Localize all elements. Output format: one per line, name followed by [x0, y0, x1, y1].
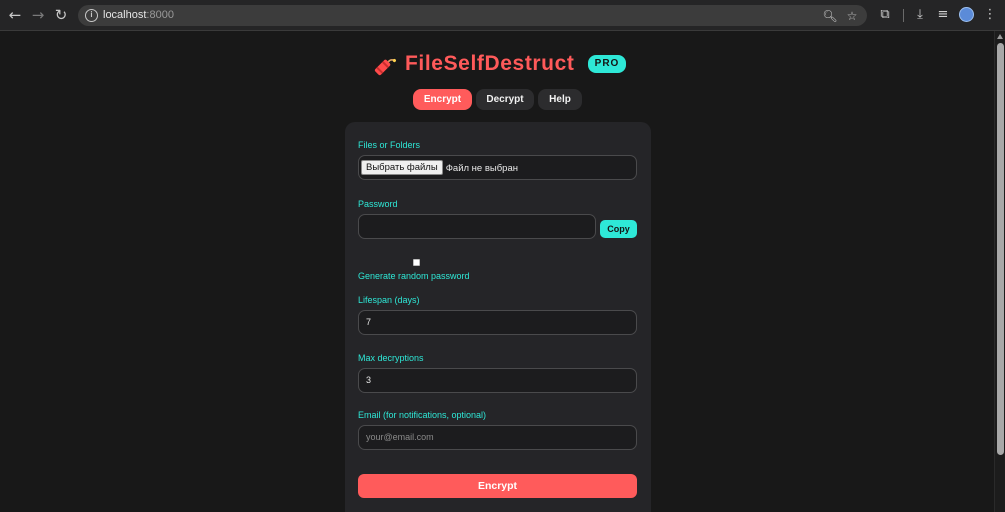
- zoom-icon[interactable]: 🔍︎: [821, 7, 839, 25]
- password-input[interactable]: [358, 214, 596, 239]
- toolbar-divider: [903, 9, 904, 22]
- address-bar[interactable]: i localhost:8000 🔍︎ ☆: [78, 5, 867, 26]
- file-input[interactable]: Выбрать файлы Файл не выбран: [358, 155, 637, 180]
- tab-help[interactable]: Help: [538, 89, 582, 110]
- lifespan-input[interactable]: 7: [358, 310, 637, 335]
- page-scrollbar[interactable]: [994, 31, 1005, 512]
- max-decryptions-label: Max decryptions: [358, 353, 424, 363]
- tab-decrypt[interactable]: Decrypt: [476, 89, 534, 110]
- generate-password-label: Generate random password: [358, 271, 470, 281]
- extensions-icon[interactable]: ⧉: [875, 5, 895, 25]
- copy-password-button[interactable]: Copy: [600, 220, 637, 238]
- bookmark-star-icon[interactable]: ☆: [843, 7, 861, 25]
- pro-badge: PRO: [588, 55, 626, 73]
- file-status-text: Файл не выбран: [445, 163, 518, 174]
- scroll-up-arrow-icon[interactable]: [997, 34, 1003, 39]
- back-arrow-icon[interactable]: ←: [5, 5, 25, 25]
- forward-arrow-icon[interactable]: →: [28, 5, 48, 25]
- email-label: Email (for notifications, optional): [358, 410, 487, 420]
- encrypt-form-card: Files or Folders Выбрать файлы Файл не вы…: [345, 122, 651, 512]
- choose-files-button[interactable]: Выбрать файлы: [361, 160, 443, 175]
- url-text[interactable]: localhost:8000: [103, 8, 174, 23]
- profile-avatar-icon[interactable]: [959, 7, 974, 22]
- email-placeholder: your@email.com: [366, 432, 434, 442]
- download-icon[interactable]: ⤓: [910, 5, 930, 25]
- password-label: Password: [358, 199, 398, 209]
- media-controls-icon[interactable]: ≡: [933, 5, 953, 25]
- reload-icon[interactable]: ↻: [51, 5, 71, 25]
- files-label: Files or Folders: [358, 140, 421, 150]
- app-title: FileSelfDestruct: [405, 52, 575, 75]
- dynamite-icon: [374, 58, 396, 76]
- email-input[interactable]: your@email.com: [358, 425, 637, 450]
- browser-toolbar: ← → ↻ i localhost:8000 🔍︎ ☆ ⧉ ⤓ ≡ ⋮: [0, 0, 1005, 31]
- scrollbar-thumb[interactable]: [997, 43, 1004, 455]
- generate-password-checkbox[interactable]: [413, 259, 420, 266]
- tab-encrypt[interactable]: Encrypt: [413, 89, 472, 110]
- lifespan-label: Lifespan (days): [358, 295, 420, 305]
- max-decryptions-input[interactable]: 3: [358, 368, 637, 393]
- site-info-icon[interactable]: i: [85, 9, 98, 22]
- encrypt-submit-button[interactable]: Encrypt: [358, 474, 637, 498]
- url-host: localhost: [103, 9, 147, 21]
- url-port: :8000: [146, 9, 174, 21]
- kebab-menu-icon[interactable]: ⋮: [980, 5, 1000, 25]
